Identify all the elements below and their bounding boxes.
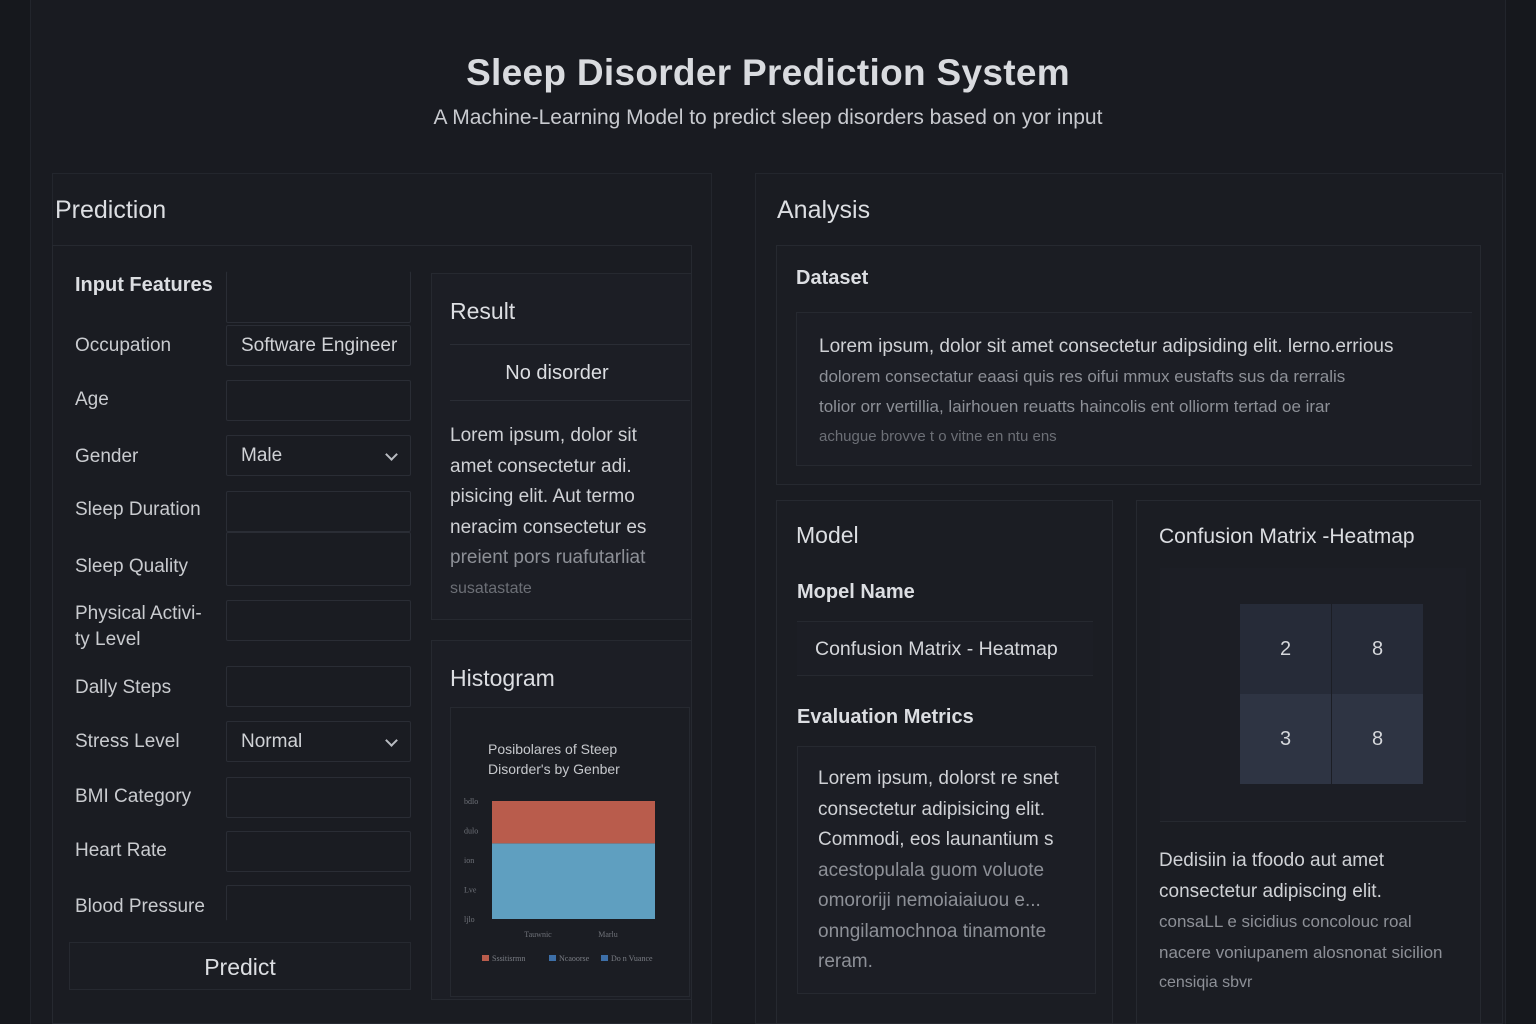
metrics-line: consectetur adipisicing elit.: [818, 798, 1046, 820]
histogram-chart: Posibolares of Steep Disorder's by Genber…: [464, 741, 655, 963]
dataset-line: achugue brovve t o vitne en ntu ens: [819, 428, 1057, 445]
physical-activity-input[interactable]: [226, 600, 411, 641]
chart-xtick-label: Marlu: [598, 930, 618, 939]
confusion-line: nacere voniupanem alosnonat sicilion: [1159, 942, 1443, 962]
result-line: amet consectetur adi.: [450, 455, 632, 477]
analysis-heading: Analysis: [777, 196, 871, 224]
chart-legend-swatch: [482, 955, 489, 961]
result-line: preient pors ruafutarliat: [450, 547, 646, 568]
dataset-line: tolior orr vertillia, lairhouen reuatts …: [819, 397, 1331, 416]
chevron-down-icon: [385, 734, 398, 747]
heart-rate-label: Heart Rate: [75, 840, 167, 861]
chart-xtick-label: Tauwnic: [524, 930, 552, 939]
chart-legend-swatch: [601, 955, 608, 961]
metrics-line: onngilamochnoa tinamonte: [818, 920, 1047, 942]
occupation-input[interactable]: Software Engineer: [226, 325, 411, 366]
confusion-line: Dedisiin ia tfoodo aut amet: [1159, 850, 1384, 871]
confusion-description: Dedisiin ia tfoodo aut amet consectetur …: [1159, 846, 1477, 999]
age-input[interactable]: [226, 380, 411, 421]
physical-activity-label-line2: ty Level: [75, 629, 141, 650]
metrics-line: Lorem ipsum, dolorst re snet: [818, 768, 1059, 789]
bmi-category-input[interactable]: [226, 777, 411, 818]
page-title: Sleep Disorder Prediction System: [466, 52, 1070, 93]
metrics-line: omororiji nemoiaiaiuou e...: [818, 890, 1041, 911]
chart-title: Posibolares of Steep: [488, 741, 617, 757]
heatmap-cell: 8: [1332, 694, 1423, 784]
predict-button[interactable]: Predict: [69, 942, 411, 990]
confusion-line: consectetur adipiscing elit.: [1159, 880, 1382, 902]
metrics-line: acestopulala guom voluote: [818, 859, 1045, 881]
result-line: susatastate: [450, 579, 532, 597]
daily-steps-input[interactable]: [226, 666, 411, 707]
stress-level-select-value: Normal: [241, 731, 303, 752]
chart-ytick-label: bdlo: [464, 797, 478, 806]
input-features-blank-box: [226, 271, 411, 323]
chart-title: Disorder's by Genber: [488, 761, 620, 777]
chart-bar: [492, 843, 655, 919]
dataset-heading: Dataset: [796, 267, 869, 289]
daily-steps-label: Dally Steps: [75, 677, 172, 698]
dataset-line: dolorem consectatur eaasi quis res oifui…: [819, 367, 1346, 386]
blood-pressure-input[interactable]: [226, 885, 411, 921]
histogram-heading: Histogram: [450, 665, 555, 691]
metrics-line: reram.: [818, 951, 873, 972]
sleep-duration-label: Sleep Duration: [75, 499, 201, 520]
result-heading: Result: [450, 298, 516, 324]
evaluation-metrics-label: Evaluation Metrics: [797, 706, 974, 728]
model-name-label: Mopel Name: [797, 581, 915, 603]
chevron-down-icon: [385, 448, 398, 461]
prediction-heading: Prediction: [55, 196, 167, 224]
model-name-value: Confusion Matrix - Heatmap: [815, 638, 1058, 660]
gender-select-value: Male: [241, 445, 283, 466]
metrics-line: Commodi, eos launantium s: [818, 829, 1054, 850]
chart-legend-label: Sssitisrmn: [492, 954, 525, 963]
result-value: No disorder: [505, 362, 609, 384]
stress-level-label: Stress Level: [75, 731, 180, 752]
chart-ytick-label: ion: [464, 856, 474, 865]
chart-ytick-label: Lve: [464, 886, 477, 895]
chart-bar: [492, 801, 655, 844]
chart-legend-swatch: [549, 955, 556, 961]
gender-label: Gender: [75, 446, 139, 467]
sleep-quality-input[interactable]: [226, 532, 411, 586]
result-line: pisicing elit. Aut termo: [450, 486, 635, 507]
heatmap-cell: 3: [1240, 694, 1331, 784]
chart-ytick-label: dulo: [464, 827, 478, 836]
chart-ytick-label: ljlo: [464, 915, 475, 924]
heatmap-cell: 2: [1240, 604, 1331, 694]
result-divider-2: [450, 400, 690, 401]
model-heading: Model: [796, 522, 859, 548]
confusion-heading: Confusion Matrix -Heatmap: [1159, 525, 1415, 548]
chart-legend-label: Do n Vuance: [611, 954, 653, 963]
bmi-category-label: BMI Category: [75, 786, 192, 807]
dataset-description: Lorem ipsum, dolor sit amet consectetur …: [819, 332, 1459, 452]
occupation-label: Occupation: [75, 335, 172, 356]
stress-level-select[interactable]: Normal: [226, 721, 411, 762]
heatmap-cell: 8: [1332, 604, 1423, 694]
result-divider: [450, 344, 690, 345]
metrics-description: Lorem ipsum, dolorst re snet consectetur…: [818, 764, 1088, 978]
gender-select[interactable]: Male: [226, 435, 411, 476]
physical-activity-label-line1: Physical Activi-: [75, 603, 202, 624]
confusion-line: censiqia sbvr: [1159, 974, 1253, 991]
chart-legend-label: Ncaoorse: [559, 954, 590, 963]
input-features-heading: Input Features: [75, 274, 213, 296]
result-description: Lorem ipsum, dolor sit amet consectetur …: [450, 421, 680, 604]
result-line: Lorem ipsum, dolor sit: [450, 425, 637, 446]
dataset-line: Lorem ipsum, dolor sit amet consectetur …: [819, 336, 1394, 357]
heart-rate-input[interactable]: [226, 831, 411, 872]
confusion-line: consaLL e sicidius concolouc roal: [1159, 912, 1412, 931]
page-subtitle: A Machine-Learning Model to predict slee…: [433, 106, 1103, 129]
blood-pressure-label: Blood Pressure: [75, 896, 205, 917]
sleep-quality-label: Sleep Quality: [75, 556, 189, 577]
result-line: neracim consectetur es: [450, 516, 647, 538]
sleep-duration-input[interactable]: [226, 491, 411, 532]
age-label: Age: [75, 389, 109, 410]
